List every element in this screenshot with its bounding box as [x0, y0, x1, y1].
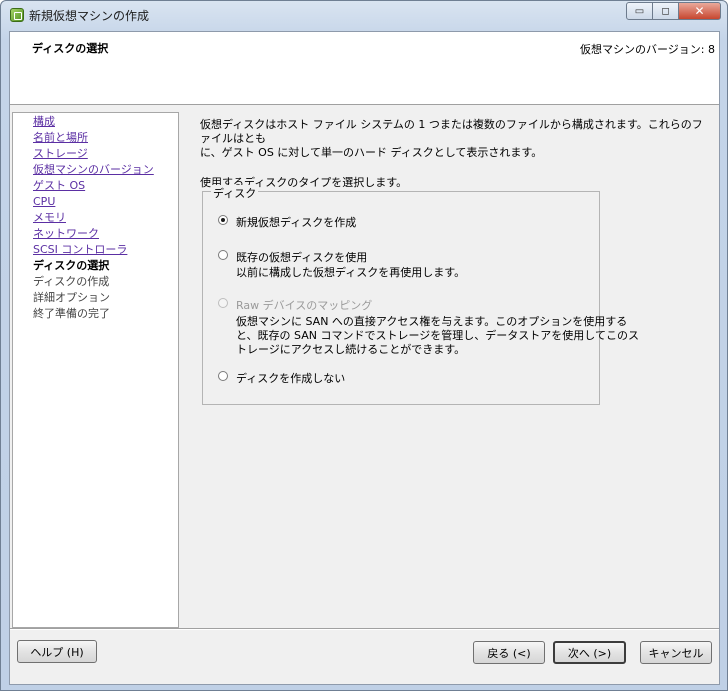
wizard-header: ディスクの選択 仮想マシンのバージョン: 8: [10, 32, 719, 105]
step-guest-os[interactable]: ゲスト OS: [33, 178, 178, 194]
help-button[interactable]: ヘルプ (H): [17, 640, 97, 663]
radio-raw-device-mapping: [218, 298, 228, 308]
raw-device-mapping-label: Raw デバイスのマッピング: [236, 299, 373, 312]
minimize-button[interactable]: ▭: [626, 2, 653, 20]
close-button[interactable]: ✕: [678, 2, 721, 20]
back-button-label: 戻る (<): [487, 646, 531, 660]
radio-create-new-disk[interactable]: [218, 215, 228, 225]
close-icon: ✕: [694, 4, 705, 18]
step-select-disk: ディスクの選択: [33, 259, 110, 272]
minimize-icon: ▭: [634, 5, 645, 17]
step-configuration[interactable]: 構成: [33, 114, 178, 130]
title-bar[interactable]: 新規仮想マシンの作成 ▭ ◻ ✕: [1, 1, 727, 29]
main-panel: 仮想ディスクはホスト ファイル システムの 1 つまたは複数のファイルから構成さ…: [200, 118, 710, 405]
window-controls: ▭ ◻ ✕: [626, 2, 721, 20]
vsphere-app-icon: [10, 8, 24, 22]
disk-group-box: ディスク 新規仮想ディスクを作成 既存の仮想ディスクを使用 以前に構成した仮想デ…: [202, 185, 639, 405]
radio-do-not-create-disk[interactable]: [218, 371, 228, 381]
use-existing-disk-label[interactable]: 既存の仮想ディスクを使用: [236, 249, 367, 265]
wizard-window: 新規仮想マシンの作成 ▭ ◻ ✕ ディスクの選択 仮想マシンのバージョン: 8 …: [0, 0, 728, 691]
wizard-step-list: 構成 名前と場所 ストレージ 仮想マシンのバージョン ゲスト OS CPU メモ…: [12, 112, 179, 628]
description-line-1: 仮想ディスクはホスト ファイル システムの 1 つまたは複数のファイルから構成さ…: [200, 118, 703, 145]
disk-type-prompt: 使用するディスクのタイプを選択します。: [200, 176, 408, 189]
do-not-create-disk-label[interactable]: ディスクを作成しない: [236, 370, 345, 386]
description-text: 仮想ディスクはホスト ファイル システムの 1 つまたは複数のファイルから構成さ…: [200, 118, 710, 160]
step-cpu[interactable]: CPU: [33, 194, 178, 210]
raw-mapping-desc-line-2: と、既存の SAN コマンドでストレージを管理し、データストアを使用してこのス: [236, 329, 639, 342]
window-title: 新規仮想マシンの作成: [29, 9, 150, 23]
next-button-label: 次へ (>): [567, 646, 612, 660]
step-name-and-location[interactable]: 名前と場所: [33, 130, 178, 146]
raw-mapping-desc-line-1: 仮想マシンに SAN への直接アクセス権を与えます。このオプションを使用する: [236, 315, 628, 328]
cancel-button-label: キャンセル: [648, 646, 704, 660]
maximize-button[interactable]: ◻: [652, 2, 679, 20]
raw-device-mapping-description: 仮想マシンに SAN への直接アクセス権を与えます。このオプションを使用する と…: [236, 315, 639, 357]
dialog-client-area: ディスクの選択 仮想マシンのバージョン: 8 構成 名前と場所 ストレージ 仮想…: [9, 31, 720, 685]
step-network[interactable]: ネットワーク: [33, 226, 178, 242]
step-vm-version[interactable]: 仮想マシンのバージョン: [33, 162, 178, 178]
step-ready-to-complete: 終了準備の完了: [33, 307, 110, 320]
description-line-2: に、ゲスト OS に対して単一のハード ディスクとして表示されます。: [200, 146, 543, 159]
next-button[interactable]: 次へ (>): [553, 641, 626, 664]
footer-divider: [10, 628, 719, 630]
step-storage[interactable]: ストレージ: [33, 146, 178, 162]
step-scsi-controller[interactable]: SCSI コントローラ: [33, 242, 178, 258]
create-new-disk-label[interactable]: 新規仮想ディスクを作成: [236, 214, 356, 230]
step-memory[interactable]: メモリ: [33, 210, 178, 226]
maximize-icon: ◻: [661, 5, 670, 17]
step-advanced-options: 詳細オプション: [33, 291, 110, 304]
step-create-disk: ディスクの作成: [33, 275, 110, 288]
radio-use-existing-disk[interactable]: [218, 250, 228, 260]
help-button-label: ヘルプ (H): [30, 645, 84, 659]
cancel-button[interactable]: キャンセル: [640, 641, 712, 664]
back-button[interactable]: 戻る (<): [473, 641, 545, 664]
disk-group-label: ディスク: [211, 185, 259, 201]
page-title: ディスクの選択: [32, 42, 109, 55]
vm-version-label: 仮想マシンのバージョン: 8: [580, 43, 715, 56]
use-existing-disk-description: 以前に構成した仮想ディスクを再使用します。: [236, 266, 466, 279]
raw-mapping-desc-line-3: トレージにアクセスし続けることができます。: [236, 343, 466, 356]
